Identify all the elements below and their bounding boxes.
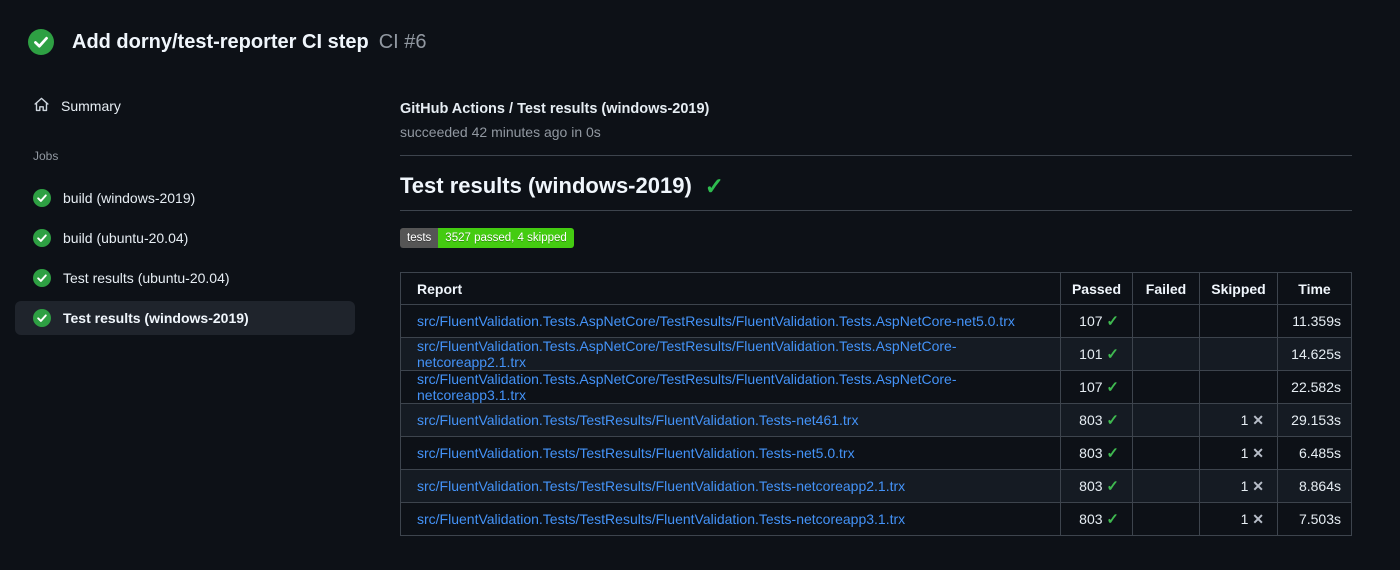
time-cell: 14.625s bbox=[1277, 337, 1352, 371]
report-link[interactable]: src/FluentValidation.Tests/TestResults/F… bbox=[417, 478, 905, 494]
report-link[interactable]: src/FluentValidation.Tests.AspNetCore/Te… bbox=[417, 338, 957, 370]
passed-cell: 107 ✓ bbox=[1060, 304, 1133, 338]
job-label: Test results (windows-2019) bbox=[63, 310, 249, 326]
tests-badge: tests 3527 passed, 4 skipped bbox=[400, 228, 574, 248]
sidebar-job-item[interactable]: Test results (windows-2019) bbox=[15, 301, 355, 335]
skip-x-icon: ✕ bbox=[1252, 444, 1264, 461]
table-body: src/FluentValidation.Tests.AspNetCore/Te… bbox=[400, 304, 1352, 536]
check-circle-icon bbox=[33, 189, 51, 207]
sidebar-job-item[interactable]: build (windows-2019) bbox=[15, 181, 355, 215]
time-cell: 8.864s bbox=[1277, 469, 1352, 503]
pass-check-icon: ✓ bbox=[1106, 412, 1119, 429]
skip-x-icon: ✕ bbox=[1252, 411, 1264, 428]
col-header-passed: Passed bbox=[1060, 272, 1133, 305]
passed-cell: 803 ✓ bbox=[1060, 469, 1133, 503]
job-label: build (ubuntu-20.04) bbox=[63, 230, 189, 246]
report-link[interactable]: src/FluentValidation.Tests/TestResults/F… bbox=[417, 445, 855, 461]
check-circle-icon bbox=[33, 269, 51, 287]
test-results-table: Report Passed Failed Skipped Time src/Fl… bbox=[400, 272, 1352, 536]
check-circle-icon bbox=[33, 309, 51, 327]
report-link[interactable]: src/FluentValidation.Tests/TestResults/F… bbox=[417, 412, 858, 428]
pass-check-icon: ✓ bbox=[1106, 511, 1119, 528]
job-label: Test results (ubuntu-20.04) bbox=[63, 270, 230, 286]
passed-cell: 803 ✓ bbox=[1060, 403, 1133, 437]
skipped-cell: 1 ✕ bbox=[1199, 502, 1278, 536]
badge-value: 3527 passed, 4 skipped bbox=[438, 228, 574, 248]
summary-label: Summary bbox=[61, 98, 121, 114]
passed-cell: 101 ✓ bbox=[1060, 337, 1133, 371]
skipped-cell bbox=[1199, 304, 1278, 338]
sidebar-job-item[interactable]: Test results (ubuntu-20.04) bbox=[15, 261, 355, 295]
pass-check-icon: ✓ bbox=[1106, 313, 1119, 330]
check-circle-icon bbox=[33, 229, 51, 247]
home-icon bbox=[33, 96, 50, 116]
sidebar-item-summary[interactable]: Summary bbox=[33, 95, 400, 117]
pass-check-icon: ✓ bbox=[1106, 346, 1119, 363]
passed-cell: 107 ✓ bbox=[1060, 370, 1133, 404]
main-content: GitHub Actions / Test results (windows-2… bbox=[400, 95, 1400, 536]
failed-cell bbox=[1132, 436, 1200, 470]
table-row: src/FluentValidation.Tests/TestResults/F… bbox=[400, 436, 1352, 470]
jobs-section-label: Jobs bbox=[33, 149, 59, 163]
failed-cell bbox=[1132, 337, 1200, 371]
failed-cell bbox=[1132, 304, 1200, 338]
badge-label: tests bbox=[400, 228, 439, 248]
check-run-title: GitHub Actions / Test results (windows-2… bbox=[400, 101, 710, 117]
report-link[interactable]: src/FluentValidation.Tests.AspNetCore/Te… bbox=[417, 371, 957, 403]
time-cell: 29.153s bbox=[1277, 403, 1352, 437]
failed-cell bbox=[1132, 370, 1200, 404]
table-row: src/FluentValidation.Tests/TestResults/F… bbox=[400, 502, 1352, 536]
section-title: Test results (windows-2019) bbox=[400, 173, 692, 198]
run-header: Add dorny/test-reporter CI step CI #6 bbox=[0, 0, 1400, 55]
time-cell: 11.359s bbox=[1277, 304, 1352, 338]
col-header-skipped: Skipped bbox=[1199, 272, 1278, 305]
col-header-time: Time bbox=[1277, 272, 1352, 305]
check-run-status: succeeded 42 minutes ago in 0s bbox=[400, 124, 1352, 156]
time-cell: 6.485s bbox=[1277, 436, 1352, 470]
passed-cell: 803 ✓ bbox=[1060, 502, 1133, 536]
pass-check-icon: ✓ bbox=[1106, 478, 1119, 495]
skipped-cell bbox=[1199, 370, 1278, 404]
section-title-row: Test results (windows-2019) ✓ bbox=[400, 173, 1352, 211]
success-check-icon: ✓ bbox=[704, 172, 725, 199]
failed-cell bbox=[1132, 403, 1200, 437]
skipped-cell: 1 ✕ bbox=[1199, 469, 1278, 503]
skip-x-icon: ✕ bbox=[1252, 510, 1264, 527]
check-circle-icon bbox=[28, 29, 54, 55]
table-row: src/FluentValidation.Tests.AspNetCore/Te… bbox=[400, 337, 1352, 371]
passed-cell: 803 ✓ bbox=[1060, 436, 1133, 470]
table-row: src/FluentValidation.Tests/TestResults/F… bbox=[400, 469, 1352, 503]
skipped-cell bbox=[1199, 337, 1278, 371]
col-header-failed: Failed bbox=[1132, 272, 1200, 305]
table-header-row: Report Passed Failed Skipped Time bbox=[400, 272, 1352, 305]
table-row: src/FluentValidation.Tests.AspNetCore/Te… bbox=[400, 370, 1352, 404]
skipped-cell: 1 ✕ bbox=[1199, 403, 1278, 437]
sidebar-job-item[interactable]: build (ubuntu-20.04) bbox=[15, 221, 355, 255]
job-label: build (windows-2019) bbox=[63, 190, 196, 206]
pass-check-icon: ✓ bbox=[1106, 379, 1119, 396]
table-row: src/FluentValidation.Tests/TestResults/F… bbox=[400, 403, 1352, 437]
skip-x-icon: ✕ bbox=[1252, 477, 1264, 494]
report-link[interactable]: src/FluentValidation.Tests.AspNetCore/Te… bbox=[417, 313, 1015, 329]
report-link[interactable]: src/FluentValidation.Tests/TestResults/F… bbox=[417, 511, 905, 527]
skipped-cell: 1 ✕ bbox=[1199, 436, 1278, 470]
time-cell: 7.503s bbox=[1277, 502, 1352, 536]
failed-cell bbox=[1132, 502, 1200, 536]
pass-check-icon: ✓ bbox=[1106, 445, 1119, 462]
time-cell: 22.582s bbox=[1277, 370, 1352, 404]
jobs-list: build (windows-2019) build (ubuntu-20.04… bbox=[15, 181, 355, 335]
sidebar: Summary Jobs build (windows-2019) build … bbox=[0, 95, 400, 536]
failed-cell bbox=[1132, 469, 1200, 503]
table-row: src/FluentValidation.Tests.AspNetCore/Te… bbox=[400, 304, 1352, 338]
run-title: Add dorny/test-reporter CI step bbox=[72, 30, 369, 53]
col-header-report: Report bbox=[400, 272, 1061, 305]
run-number: CI #6 bbox=[378, 30, 427, 53]
